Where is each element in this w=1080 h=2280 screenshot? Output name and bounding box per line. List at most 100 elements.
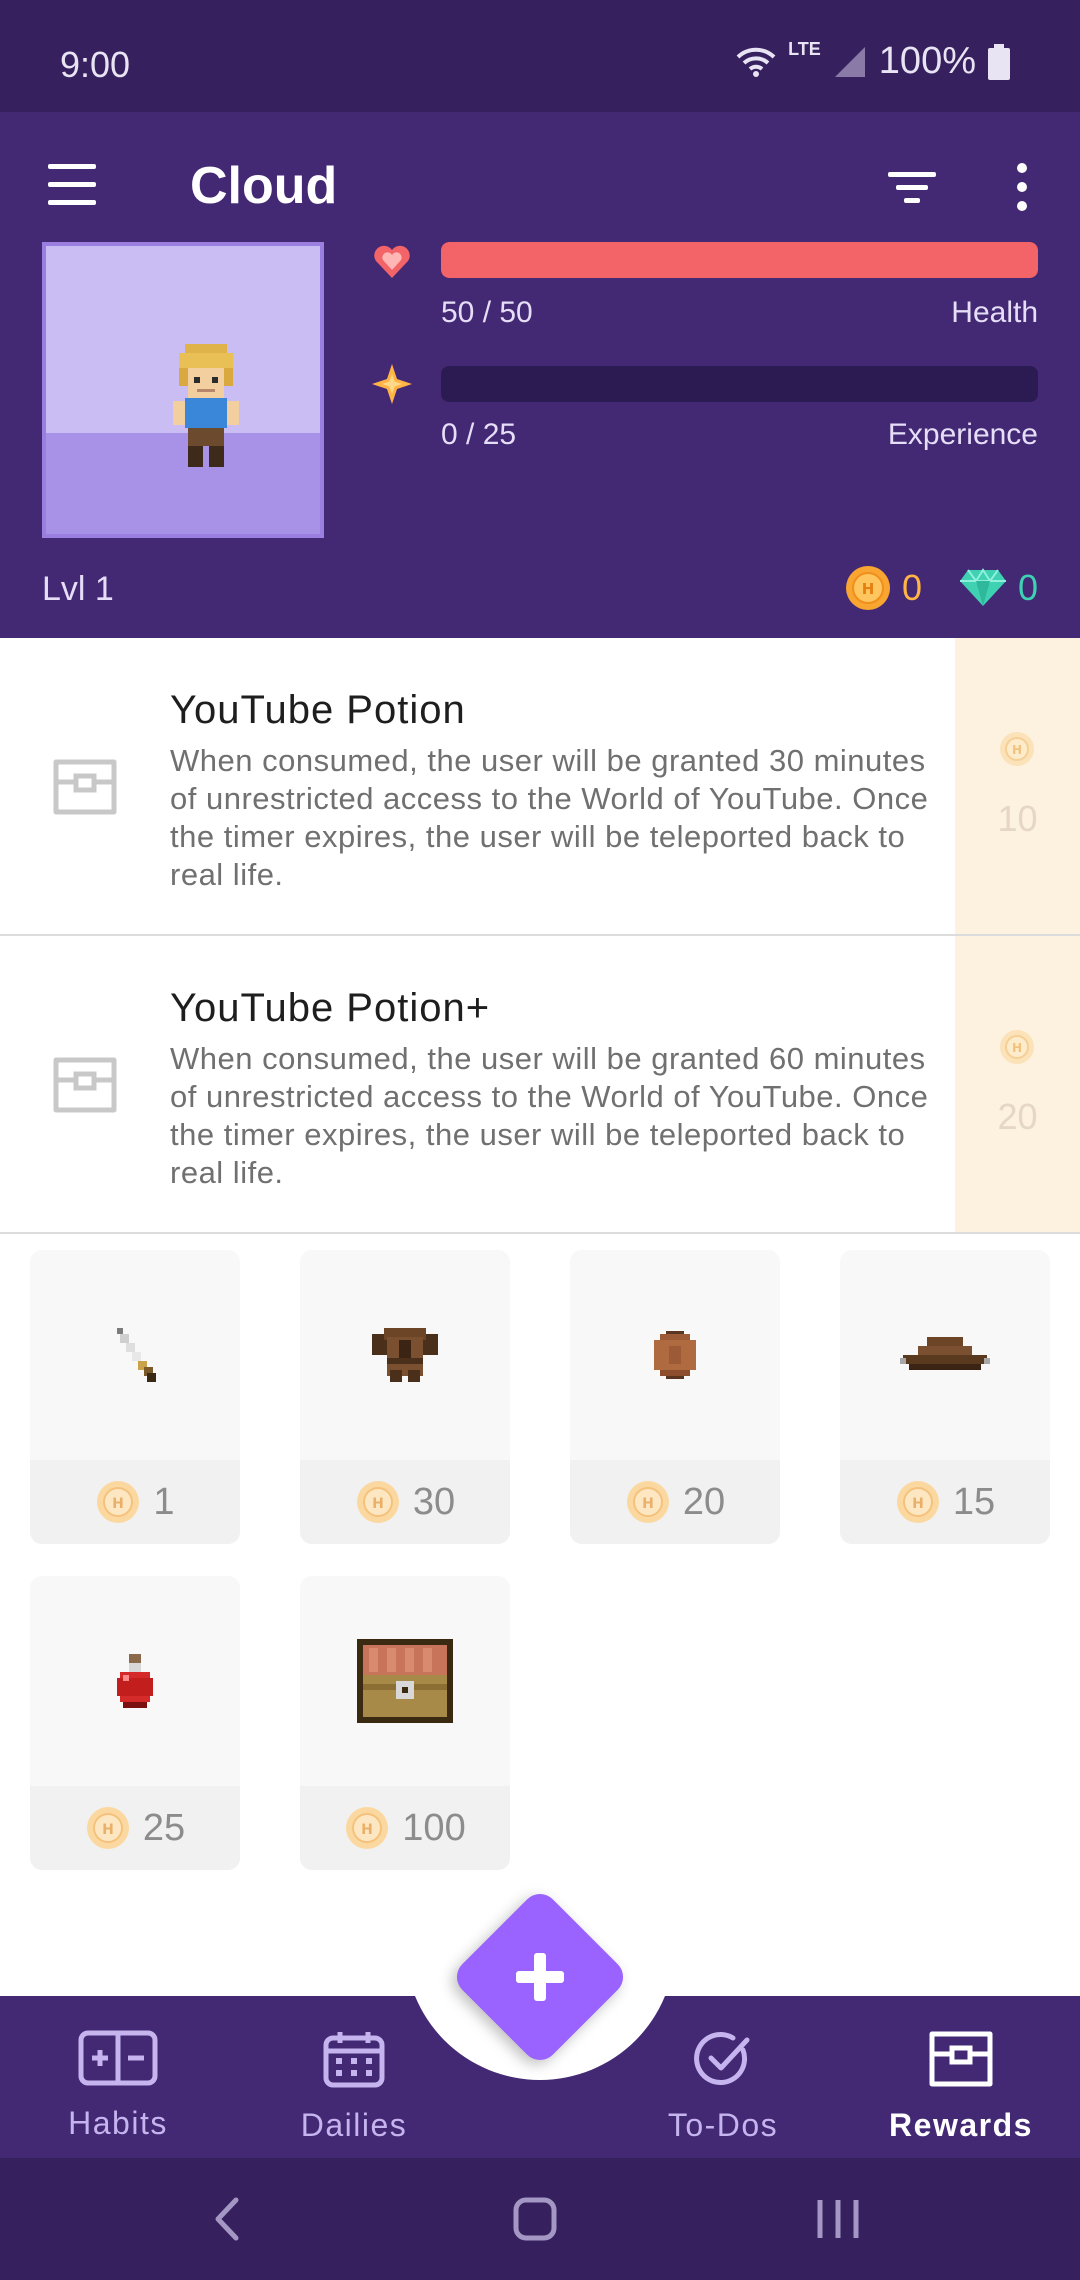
gem-icon <box>959 568 1006 606</box>
reward-chest-icon <box>53 1057 117 1113</box>
item-price: 25 <box>142 1806 186 1849</box>
reward-price: 10 <box>997 798 1038 839</box>
gold-coin-icon: H <box>86 1807 129 1849</box>
experience-bar <box>441 366 1038 402</box>
calendar-icon <box>323 2032 385 2088</box>
reward-item[interactable]: YouTube Potion When consumed, the user w… <box>0 638 1080 936</box>
reward-buy-button[interactable]: H 10 <box>955 638 1080 934</box>
gold-count: 0 <box>901 567 922 608</box>
market-item-card[interactable]: H 15 <box>840 1250 1050 1544</box>
svg-text:H: H <box>102 1822 114 1838</box>
leather-armor-icon <box>372 1328 438 1382</box>
tab-dailies[interactable]: Dailies <box>254 2030 454 2144</box>
health-bar-fill <box>441 242 1038 278</box>
item-price-row: H 30 <box>300 1460 510 1544</box>
more-options-icon[interactable] <box>1002 160 1042 214</box>
tab-todos-label: To-Dos <box>667 2107 779 2143</box>
item-price: 20 <box>682 1480 726 1523</box>
gem-count: 0 <box>1017 567 1038 608</box>
signal-icon <box>834 46 865 77</box>
item-price: 1 <box>153 1480 175 1523</box>
health-label: Health <box>951 296 1038 329</box>
health-value: 50 / 50 <box>441 296 533 329</box>
item-price: 100 <box>402 1806 466 1849</box>
item-price-row: H 100 <box>300 1786 510 1870</box>
menu-icon[interactable] <box>44 164 104 210</box>
reward-chest-icon <box>53 759 117 815</box>
rewards-chest-icon <box>929 2031 993 2087</box>
gold-coin-icon: H <box>1000 732 1034 766</box>
network-type: LTE <box>788 39 821 59</box>
item-price-row: H 1 <box>30 1460 240 1544</box>
gold-coin-icon: H <box>97 1481 140 1523</box>
avatar[interactable] <box>42 242 324 538</box>
svg-text:H: H <box>862 580 875 598</box>
reward-item[interactable]: YouTube Potion+ When consumed, the user … <box>0 936 1080 1234</box>
gold-coin-icon: H <box>346 1807 389 1849</box>
svg-text:H: H <box>912 1496 924 1512</box>
battery-icon <box>988 43 1010 80</box>
health-bar <box>441 242 1038 278</box>
wooden-shield-icon <box>654 1331 696 1379</box>
gold-coin-icon: H <box>896 1481 939 1523</box>
gold-coin-icon: H <box>1000 1030 1034 1064</box>
reward-buy-button[interactable]: H 20 <box>955 936 1080 1232</box>
wifi-icon <box>736 47 776 77</box>
page-title: Cloud <box>190 157 338 215</box>
back-icon[interactable] <box>212 2196 242 2242</box>
tab-rewards[interactable]: Rewards <box>861 2030 1061 2144</box>
reward-description: When consumed, the user will be granted … <box>170 743 929 892</box>
tab-habits-label: Habits <box>68 2105 168 2141</box>
filter-icon[interactable] <box>884 162 940 212</box>
health-potion-icon <box>117 1654 153 1708</box>
gold-coin-icon: H <box>356 1481 399 1523</box>
home-icon[interactable] <box>512 2196 558 2242</box>
item-price-row: H 15 <box>840 1460 1050 1544</box>
battery-percent: 100% <box>878 40 976 82</box>
market-item-card[interactable]: H 100 <box>300 1576 510 1870</box>
avatar-sprite <box>173 344 239 467</box>
svg-text:H: H <box>361 1822 373 1838</box>
market-item-card[interactable]: H 25 <box>30 1576 240 1870</box>
tab-todos[interactable]: To-Dos <box>623 2030 823 2144</box>
plus-icon <box>516 1953 564 2001</box>
heart-icon <box>374 245 410 278</box>
experience-label: Experience <box>887 418 1038 451</box>
tab-dailies-label: Dailies <box>300 2107 408 2143</box>
market-item-card[interactable]: H 1 <box>30 1250 240 1544</box>
market-item-card[interactable]: H 20 <box>570 1250 780 1544</box>
reward-title: YouTube Potion <box>170 688 466 732</box>
sword-icon <box>117 1328 156 1382</box>
checkmark-circle-icon <box>694 2032 750 2085</box>
recent-apps-icon[interactable] <box>814 2196 862 2242</box>
item-price: 30 <box>412 1480 456 1523</box>
gold-coin-icon: H <box>626 1481 669 1523</box>
system-navigation-bar <box>0 2158 1080 2280</box>
reward-title: YouTube Potion+ <box>170 986 491 1030</box>
reward-price: 20 <box>997 1096 1038 1137</box>
svg-text:H: H <box>1012 743 1022 757</box>
status-bar: 9:00 LTE 100% <box>0 0 1080 112</box>
tab-habits[interactable]: Habits <box>18 2030 218 2142</box>
item-price-row: H 25 <box>30 1786 240 1870</box>
svg-text:H: H <box>1012 1041 1022 1055</box>
tab-rewards-label: Rewards <box>889 2107 1033 2143</box>
user-header: Cloud 50 / 50 Health 0 / 25 Experience L… <box>0 112 1080 638</box>
status-time: 9:00 <box>60 44 131 85</box>
item-price: 15 <box>952 1480 996 1523</box>
reward-description: When consumed, the user will be granted … <box>170 1041 929 1190</box>
experience-value: 0 / 25 <box>441 418 517 451</box>
experience-star-icon <box>372 364 412 404</box>
svg-text:H: H <box>372 1496 384 1512</box>
market-item-card[interactable]: H 30 <box>300 1250 510 1544</box>
svg-text:H: H <box>642 1496 654 1512</box>
leather-helm-icon <box>900 1337 990 1370</box>
svg-text:H: H <box>113 1496 125 1512</box>
gold-coin-icon: H <box>845 566 890 610</box>
currency-display: H 0 0 <box>844 564 1038 612</box>
status-icons: LTE 100% <box>736 39 1010 83</box>
level-label: Lvl 1 <box>42 570 114 608</box>
item-price-row: H 20 <box>570 1460 780 1544</box>
habits-icon <box>78 2030 158 2086</box>
treasure-chest-icon <box>357 1639 453 1723</box>
